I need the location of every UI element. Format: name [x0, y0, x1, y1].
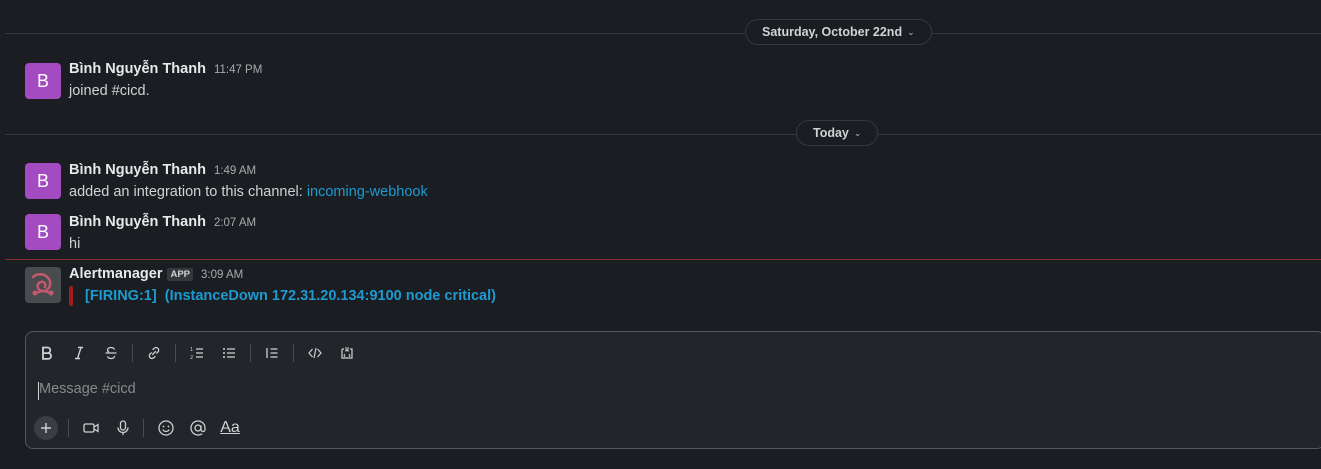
timestamp[interactable]: 3:09 AM — [201, 269, 243, 281]
app-badge: APP — [167, 268, 194, 281]
formatting-toolbar: 12 — [36, 342, 368, 364]
message-header: Bình Nguyễn Thanh 2:07 AM — [69, 214, 256, 230]
sender-name[interactable]: Bình Nguyễn Thanh — [69, 162, 206, 178]
link-icon[interactable] — [143, 342, 165, 364]
strikethrough-icon[interactable] — [100, 342, 122, 364]
message-text: joined #cicd. — [69, 83, 150, 99]
date-jump-button[interactable]: Today ⌄ — [796, 120, 879, 146]
divider-line — [5, 134, 1321, 135]
formatting-icon[interactable]: Aa — [218, 416, 242, 440]
attachment-color-bar — [69, 286, 73, 306]
numbered-list-icon[interactable]: 12 — [186, 342, 208, 364]
divider-line — [5, 33, 1321, 34]
text-caret — [38, 382, 39, 400]
message-text: hi — [69, 236, 81, 252]
new-messages-divider — [5, 259, 1321, 260]
code-block-icon[interactable] — [336, 342, 358, 364]
bulleted-list-icon[interactable] — [218, 342, 240, 364]
alert-attachment: [FIRING:1] (InstanceDown 172.31.20.134:9… — [69, 286, 496, 306]
composer-actions: Aa — [34, 416, 250, 440]
message-text-prefix: added an integration to this channel: — [69, 184, 307, 200]
alertmanager-logo[interactable] — [25, 267, 61, 303]
chevron-down-icon: ⌄ — [853, 127, 862, 138]
toolbar-separator — [293, 344, 294, 362]
microphone-icon[interactable] — [111, 416, 135, 440]
sender-name[interactable]: Alertmanager — [69, 266, 162, 282]
date-divider: Saturday, October 22nd ⌄ — [5, 19, 1321, 49]
toolbar-separator — [175, 344, 176, 362]
plus-icon[interactable] — [34, 416, 58, 440]
sender-name[interactable]: Bình Nguyễn Thanh — [69, 61, 206, 77]
blockquote-icon[interactable] — [261, 342, 283, 364]
message-composer: 12 Message #cicd Aa — [25, 331, 1321, 449]
date-label: Today — [813, 126, 849, 140]
alert-title-link[interactable]: [FIRING:1] (InstanceDown 172.31.20.134:9… — [85, 288, 496, 304]
avatar[interactable]: B — [25, 63, 61, 99]
message-header: Bình Nguyễn Thanh 1:49 AM — [69, 162, 256, 178]
message-input[interactable] — [38, 380, 1304, 404]
message-header: Alertmanager APP 3:09 AM — [69, 266, 243, 282]
code-icon[interactable] — [304, 342, 326, 364]
timestamp[interactable]: 1:49 AM — [214, 165, 256, 177]
italic-icon[interactable] — [68, 342, 90, 364]
date-label: Saturday, October 22nd — [762, 25, 903, 39]
toolbar-separator — [68, 419, 69, 437]
timestamp[interactable]: 2:07 AM — [214, 217, 256, 229]
bold-icon[interactable] — [36, 342, 58, 364]
message-text: added an integration to this channel: in… — [69, 184, 428, 200]
message-header: Bình Nguyễn Thanh 11:47 PM — [69, 61, 262, 77]
avatar[interactable]: B — [25, 214, 61, 250]
avatar[interactable]: B — [25, 163, 61, 199]
chevron-down-icon: ⌄ — [907, 26, 915, 37]
date-jump-button[interactable]: Saturday, October 22nd ⌄ — [745, 19, 932, 45]
toolbar-separator — [143, 419, 144, 437]
svg-text:1: 1 — [190, 347, 193, 353]
channel-view: Saturday, October 22nd ⌄ B Bình Nguyễn T… — [0, 0, 1321, 469]
svg-text:2: 2 — [190, 355, 193, 361]
toolbar-separator — [250, 344, 251, 362]
mention-icon[interactable] — [186, 416, 210, 440]
timestamp[interactable]: 11:47 PM — [214, 64, 262, 76]
integration-link[interactable]: incoming-webhook — [307, 184, 428, 200]
date-divider: Today ⌄ — [5, 120, 1321, 150]
toolbar-separator — [132, 344, 133, 362]
video-icon[interactable] — [79, 416, 103, 440]
sender-name[interactable]: Bình Nguyễn Thanh — [69, 214, 206, 230]
emoji-icon[interactable] — [154, 416, 178, 440]
